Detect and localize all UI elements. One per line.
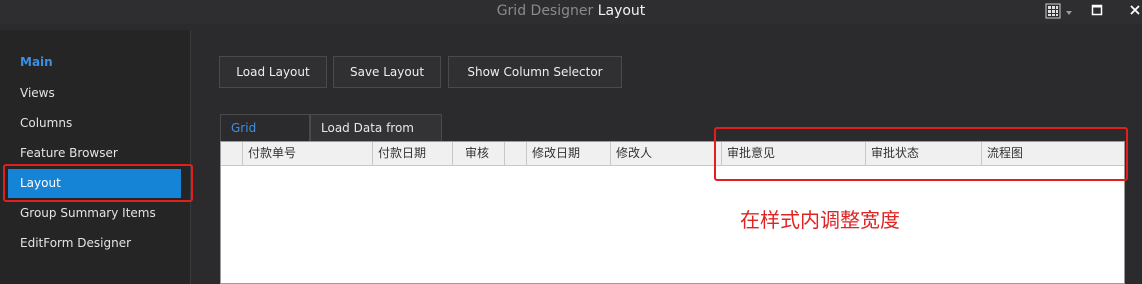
load-layout-button[interactable]: Load Layout bbox=[219, 56, 327, 88]
grid-column-header[interactable]: 修改日期 bbox=[527, 142, 611, 165]
grid-column-header[interactable] bbox=[505, 142, 527, 165]
close-icon[interactable] bbox=[1129, 4, 1141, 22]
section-title: Layout bbox=[597, 3, 646, 19]
sidebar-item-columns[interactable]: Columns bbox=[8, 109, 181, 137]
grid-column-header[interactable]: 付款单号 bbox=[243, 142, 373, 165]
sidebar-item-views[interactable]: Views bbox=[8, 79, 181, 107]
app-name: Grid Designer bbox=[496, 3, 594, 19]
tab-load-data-from-xml[interactable]: Load Data from XML bbox=[310, 114, 442, 161]
sidebar-item-group-summary-items[interactable]: Group Summary Items bbox=[8, 199, 181, 227]
palette-icon[interactable] bbox=[1045, 3, 1061, 21]
annotation-text: 在样式内调整宽度 bbox=[740, 208, 900, 232]
grid-column-header[interactable]: 审核 bbox=[453, 142, 505, 165]
sidebar-item-feature-browser[interactable]: Feature Browser bbox=[8, 139, 181, 167]
sidebar-heading-main[interactable]: Main bbox=[8, 48, 181, 76]
window-title: Grid Designer Layout bbox=[0, 3, 1142, 19]
chevron-down-icon[interactable] bbox=[1065, 6, 1073, 24]
title-bar: Grid Designer Layout bbox=[0, 0, 1142, 24]
maximize-icon[interactable] bbox=[1091, 4, 1103, 22]
tab-grid-preview[interactable]: Grid Preview bbox=[220, 114, 310, 161]
grid-column-indicator[interactable] bbox=[221, 142, 243, 165]
grid-column-header[interactable]: 修改人 bbox=[611, 142, 722, 165]
sidebar-item-editform-designer[interactable]: EditForm Designer bbox=[8, 229, 181, 257]
highlight-box-layout bbox=[3, 164, 193, 202]
save-layout-button[interactable]: Save Layout bbox=[333, 56, 441, 88]
show-column-selector-button[interactable]: Show Column Selector bbox=[448, 56, 622, 88]
highlight-box-columns bbox=[714, 127, 1128, 181]
grid-column-header[interactable]: 付款日期 bbox=[373, 142, 453, 165]
